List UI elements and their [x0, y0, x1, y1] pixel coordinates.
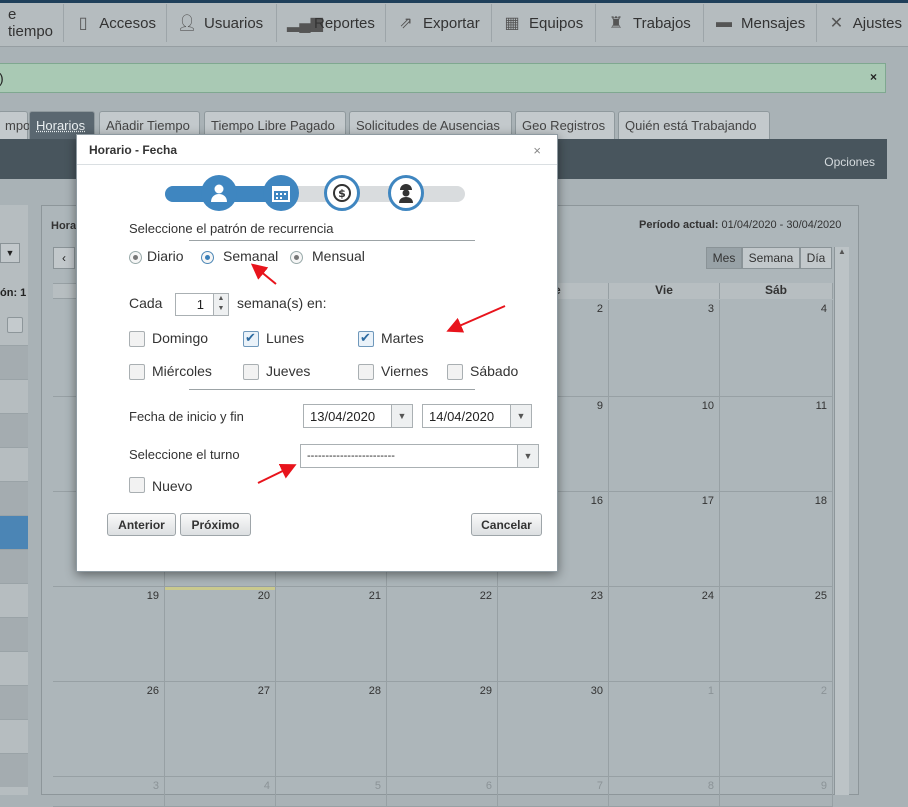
arrow-to-tuesday: [446, 305, 506, 333]
arrow-to-weekly: [250, 263, 277, 285]
arrow-to-shift-select: [257, 464, 297, 484]
annotation-arrows: [250, 263, 506, 484]
